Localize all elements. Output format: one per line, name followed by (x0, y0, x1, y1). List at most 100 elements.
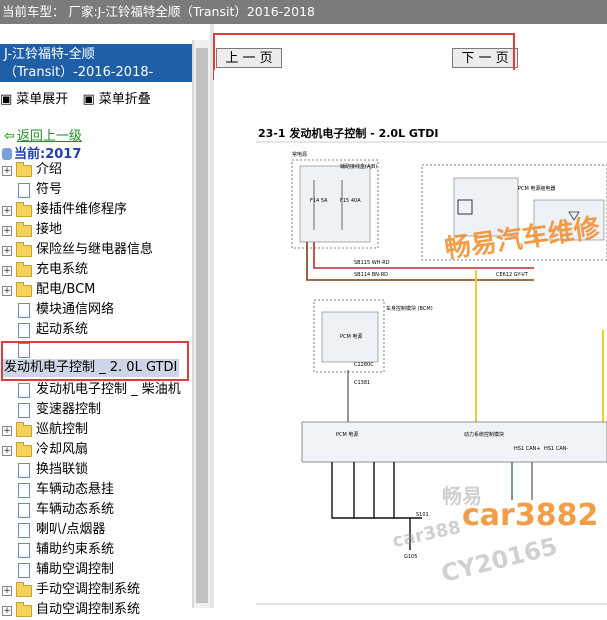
menu-item[interactable]: + 接插件维修程序 (0, 200, 192, 220)
expand-toggle-icon[interactable]: + (2, 586, 12, 596)
document-icon (18, 503, 30, 518)
window-title: 当前车型： 厂家:J-江铃福特全顺（Transit）2016-2018 (2, 4, 315, 19)
splice-s101: S101 (416, 512, 429, 518)
document-icon (18, 543, 30, 558)
menu-item[interactable]: + 接地 (0, 220, 192, 240)
expand-toggle-icon[interactable]: + (2, 166, 12, 176)
document-icon (18, 523, 30, 538)
folder-icon (16, 442, 32, 457)
document-icon (18, 323, 30, 338)
menu-item-label: 喇叭/点烟器 (36, 522, 106, 537)
menu-item-label: 保险丝与继电器信息 (36, 242, 154, 257)
db-icon (2, 148, 12, 160)
hs1-can-minus-label: HS1 CAN- (544, 446, 568, 452)
menu-item[interactable]: 变速器控制 (0, 400, 192, 420)
menu-item-label: 手动空调控制系统 (36, 582, 141, 597)
menu-item[interactable]: 模块通信网络 (0, 300, 192, 320)
folder-icon (16, 422, 32, 437)
scrollbar-thumb[interactable] (196, 48, 208, 603)
menu-item[interactable]: + 巡航控制 (0, 420, 192, 440)
wiring-diagram-view[interactable]: 23-1 发动机电子控制 - 2.0L GTDI 常电源 辅助接线盒(AJB) … (214, 70, 607, 608)
menu-item-label: 辅助约束系统 (36, 542, 115, 557)
document-icon (18, 463, 30, 478)
menu-item[interactable]: 发动机电子控制 _ 柴油机 (0, 380, 192, 400)
wire-sb114: SB114 BN-RD (354, 272, 388, 278)
back-arrow-icon[interactable]: ⇦ (4, 129, 15, 144)
hot-fuse-label: 常电源 (292, 151, 307, 158)
menu-item[interactable]: + 配电/BCM (0, 280, 192, 300)
pcm-bar-label: PCM 电源 (336, 431, 358, 438)
menu-item-label: 发动机电子控制 _ 柴油机 (36, 382, 181, 397)
menu-item[interactable]: + 冷却风扇 (0, 440, 192, 460)
menu-item-label: 辅助空调控制 (36, 562, 115, 577)
fuse-f15-label: F15 40A (340, 198, 361, 204)
document-icon (18, 563, 30, 578)
sidebar-scrollbar[interactable] (194, 40, 210, 608)
bcm-label: 车身控制模块 (BCM) (386, 305, 433, 312)
collapse-all-icon[interactable]: ▣ (82, 92, 94, 107)
folder-icon (16, 582, 32, 597)
expand-toggle-icon[interactable]: + (2, 206, 12, 216)
menu-item-label: 符号 (36, 182, 63, 197)
back-link[interactable]: 返回上一级 (17, 129, 82, 144)
wire-ce612: CE612 GY-VT (496, 272, 529, 278)
expand-toggle-icon[interactable]: + (2, 286, 12, 296)
folder-icon (16, 242, 32, 257)
menu-item-label: 换挡联锁 (36, 462, 89, 477)
expand-all-icon[interactable]: ▣ (0, 92, 12, 107)
menu-item[interactable]: 符号 (0, 180, 192, 200)
menu-item[interactable]: + 自动空调控制系统 (0, 600, 192, 620)
wiring-diagram: 23-1 发动机电子控制 - 2.0L GTDI 常电源 辅助接线盒(AJB) … (256, 126, 607, 605)
menu-item[interactable]: + 保险丝与继电器信息 (0, 240, 192, 260)
menu-item[interactable]: 喇叭/点烟器 (0, 520, 192, 540)
folder-icon (16, 202, 32, 217)
menu-item-label: 介绍 (36, 162, 63, 177)
menu-item[interactable]: 辅助空调控制 (0, 560, 192, 580)
menu-item-label: 起动系统 (36, 322, 89, 337)
menu-item-label: 车辆动态系统 (36, 502, 115, 517)
aux-box-label: 辅助接线盒(AJB) (340, 163, 377, 170)
back-link-row[interactable]: ⇦ 返回上一级 (4, 125, 82, 144)
menu-item[interactable]: + 介绍 (0, 160, 192, 180)
document-icon (18, 483, 30, 498)
expand-all-link[interactable]: 菜单展开 (16, 92, 68, 107)
menu-tree: + 介绍符号 + 接插件维修程序 + 接地 + 保险丝与继电器信息 + 充电系统 + 配电/BCM 模块… (0, 160, 192, 620)
document-icon (18, 383, 30, 398)
menu-item[interactable]: 车辆动态悬挂 (0, 480, 192, 500)
document-icon (18, 303, 30, 318)
menu-item[interactable]: 辅助约束系统 (0, 540, 192, 560)
power-control-label: 动力系统控制模块 (464, 431, 504, 438)
ground-g105: G105 (404, 554, 417, 560)
folder-icon (16, 262, 32, 277)
menu-item[interactable]: + 充电系统 (0, 260, 192, 280)
folder-icon (16, 162, 32, 177)
expand-toggle-icon[interactable]: + (2, 266, 12, 276)
menu-item-label: 配电/BCM (36, 282, 96, 297)
wire-sb115: SB115 WH-RD (354, 260, 390, 266)
folder-icon (16, 602, 32, 617)
sidebar-header: J-江铃福特-全顺（Transit）-2016-2018- 2017. (0, 44, 192, 98)
pcm-relay-label: PCM 电源继电器 (518, 185, 555, 192)
expand-toggle-icon[interactable]: + (2, 446, 12, 456)
fuse-f14-label: F14 5A (310, 198, 328, 204)
menu-item-label: 充电系统 (36, 262, 89, 277)
hs1-can-plus-label: HS1 CAN+ (514, 446, 541, 452)
menu-item-label: 变速器控制 (36, 402, 102, 417)
collapse-all-link[interactable]: 菜单折叠 (99, 92, 151, 107)
menu-item-label: 接插件维修程序 (36, 202, 128, 217)
expand-toggle-icon[interactable]: + (2, 426, 12, 436)
menu-item-label: 巡航控制 (36, 422, 89, 437)
menu-item[interactable]: + 手动空调控制系统 (0, 580, 192, 600)
document-icon (18, 403, 30, 418)
expand-toggle-icon[interactable]: + (2, 226, 12, 236)
menu-item[interactable]: 换挡联锁 (0, 460, 192, 480)
highlight-box-sidebar (1, 341, 189, 381)
connector-c1381: C1381 (354, 380, 370, 386)
menu-item-label: 自动空调控制系统 (36, 602, 141, 617)
menu-item-label: 冷却风扇 (36, 442, 89, 457)
menu-item[interactable]: 车辆动态系统 (0, 500, 192, 520)
expand-toggle-icon[interactable]: + (2, 246, 12, 256)
menu-item-label: 接地 (36, 222, 63, 237)
menu-controls: ▣ 菜单展开 ▣ 菜单折叠 (0, 88, 155, 107)
menu-item[interactable]: 起动系统 (0, 320, 192, 340)
